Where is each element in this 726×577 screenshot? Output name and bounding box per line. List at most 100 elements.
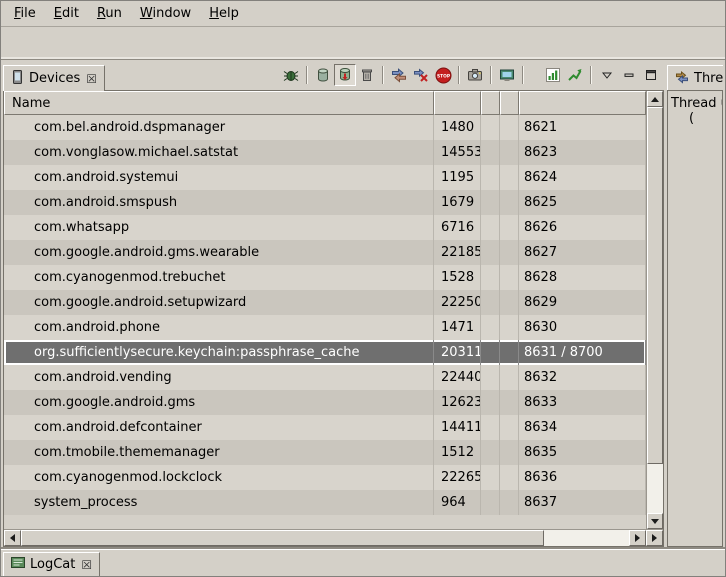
table-row[interactable]: com.google.android.gms.wearable 22185 86…: [4, 240, 646, 265]
table-row[interactable]: com.google.android.setupwizard 22250 862…: [4, 290, 646, 315]
scroll-right-button[interactable]: [629, 530, 646, 546]
column-header-name[interactable]: Name: [4, 91, 434, 115]
process-cell-a: [481, 240, 500, 265]
table-row[interactable]: com.bel.android.dspmanager 1480 8621: [4, 115, 646, 140]
toolbar-separator: [490, 66, 492, 84]
table-row[interactable]: com.android.vending 22440 8632: [4, 365, 646, 390]
screen-record-icon[interactable]: [496, 64, 518, 86]
threads-panel: Threads Thread up (: [667, 62, 723, 547]
process-cell-a: [481, 415, 500, 440]
process-name: com.android.smspush: [4, 190, 434, 215]
start-tracing-icon[interactable]: [564, 64, 586, 86]
table-row[interactable]: com.android.systemui 1195 8624: [4, 165, 646, 190]
down-arrow-icon: [651, 519, 659, 524]
main-area: Devices ☒: [1, 60, 725, 549]
process-cell-b: [500, 465, 519, 490]
process-name: com.google.android.setupwizard: [4, 290, 434, 315]
tab-threads[interactable]: Threads: [667, 65, 723, 90]
table-row[interactable]: org.sufficientlysecure.keychain:passphra…: [4, 340, 646, 365]
menu-file[interactable]: File: [5, 3, 45, 24]
table-row[interactable]: com.android.phone 1471 8630: [4, 315, 646, 340]
process-pid: 6716: [434, 215, 481, 240]
close-icon[interactable]: ☒: [85, 72, 97, 86]
table-row[interactable]: com.tmobile.thememanager 1512 8635: [4, 440, 646, 465]
threads-message-line1: Thread up: [671, 96, 719, 111]
process-cell-b: [500, 315, 519, 340]
stop-process-icon[interactable]: STOP: [432, 64, 454, 86]
process-name: com.vonglasow.michael.satstat: [4, 140, 434, 165]
close-icon[interactable]: ☒: [80, 558, 92, 572]
process-port: 8634: [519, 415, 646, 440]
process-cell-b: [500, 215, 519, 240]
process-port: 8631 / 8700: [519, 340, 646, 365]
column-header-b[interactable]: [500, 91, 519, 115]
scroll-down-button[interactable]: [647, 513, 663, 529]
process-cell-a: [481, 490, 500, 515]
process-cell-a: [481, 115, 500, 140]
tab-logcat[interactable]: LogCat ☒: [3, 552, 100, 576]
dump-hprof-icon[interactable]: [334, 64, 356, 86]
process-cell-a: [481, 215, 500, 240]
process-cell-b: [500, 490, 519, 515]
right-arrow-icon: [652, 534, 657, 542]
process-name: com.google.android.gms.wearable: [4, 240, 434, 265]
process-cell-b: [500, 340, 519, 365]
process-name: com.cyanogenmod.lockclock: [4, 465, 434, 490]
menu-help[interactable]: Help: [200, 3, 248, 24]
cause-gc-icon[interactable]: [356, 64, 378, 86]
method-profiling-icon[interactable]: [542, 64, 564, 86]
devices-panel: Devices ☒: [3, 62, 664, 547]
update-heap-icon[interactable]: [312, 64, 334, 86]
maximize-icon[interactable]: [640, 64, 662, 86]
process-port: 8630: [519, 315, 646, 340]
toolbar-strip: [1, 27, 725, 60]
scrollbar-corner[interactable]: [646, 530, 663, 546]
debug-icon[interactable]: [280, 64, 302, 86]
horizontal-scroll-thumb[interactable]: [21, 530, 544, 546]
tab-devices-label: Devices: [29, 71, 80, 86]
scroll-left-button[interactable]: [4, 530, 21, 546]
process-pid: 1471: [434, 315, 481, 340]
process-cell-a: [481, 340, 500, 365]
up-arrow-icon: [651, 97, 659, 102]
process-cell-b: [500, 190, 519, 215]
process-port: 8624: [519, 165, 646, 190]
table-row[interactable]: com.cyanogenmod.trebuchet 1528 8628: [4, 265, 646, 290]
table-row[interactable]: com.vonglasow.michael.satstat 14553 8623: [4, 140, 646, 165]
process-pid: 22265: [434, 465, 481, 490]
horizontal-scrollbar-row: [4, 529, 663, 546]
process-name: com.tmobile.thememanager: [4, 440, 434, 465]
process-port: 8633: [519, 390, 646, 415]
device-icon: [11, 70, 24, 88]
screenshot-icon[interactable]: [464, 64, 486, 86]
column-header-port[interactable]: [519, 91, 646, 115]
horizontal-scroll-track[interactable]: [21, 530, 629, 546]
view-menu-icon[interactable]: [596, 64, 618, 86]
tab-threads-label: Threads: [694, 71, 723, 86]
vertical-scroll-thumb[interactable]: [647, 107, 663, 464]
table-row[interactable]: system_process 964 8637: [4, 490, 646, 515]
column-header-pid[interactable]: [434, 91, 481, 115]
table-row[interactable]: com.google.android.gms 12623 8633: [4, 390, 646, 415]
menu-window[interactable]: Window: [131, 3, 200, 24]
tab-devices[interactable]: Devices ☒: [3, 65, 105, 91]
vertical-scrollbar[interactable]: [646, 91, 663, 529]
process-pid: 14553: [434, 140, 481, 165]
menu-run[interactable]: Run: [88, 3, 131, 24]
update-threads-icon[interactable]: [388, 64, 410, 86]
stop-method-profiling-icon[interactable]: [410, 64, 432, 86]
menu-edit[interactable]: Edit: [45, 3, 88, 24]
devices-toolbar: STOP: [280, 64, 664, 90]
horizontal-scrollbar[interactable]: [4, 530, 646, 546]
table-row[interactable]: com.android.defcontainer 14411 8634: [4, 415, 646, 440]
table-row[interactable]: com.cyanogenmod.lockclock 22265 8636: [4, 465, 646, 490]
minimize-icon[interactable]: [618, 64, 640, 86]
process-pid: 964: [434, 490, 481, 515]
process-port: 8632: [519, 365, 646, 390]
column-header-a[interactable]: [481, 91, 500, 115]
process-cell-a: [481, 290, 500, 315]
vertical-scroll-track[interactable]: [647, 107, 663, 513]
table-row[interactable]: com.whatsapp 6716 8626: [4, 215, 646, 240]
table-row[interactable]: com.android.smspush 1679 8625: [4, 190, 646, 215]
scroll-up-button[interactable]: [647, 91, 663, 107]
